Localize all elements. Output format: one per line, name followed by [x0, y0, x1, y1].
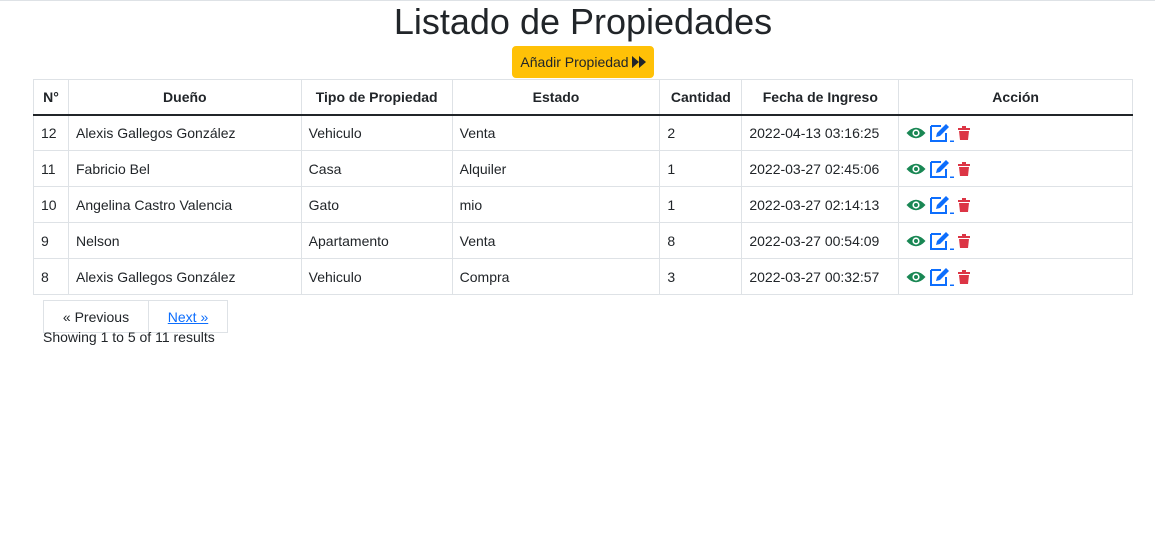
cell-owner: Alexis Gallegos González — [67, 258, 302, 295]
properties-table: N° Dueño Tipo de Propiedad Estado Cantid… — [33, 79, 1133, 295]
results-summary: Showing 1 to 5 of 11 results — [43, 329, 215, 345]
cell-property-type: Apartamento — [300, 222, 453, 259]
table-header-row: N° Dueño Tipo de Propiedad Estado Cantid… — [33, 79, 1133, 116]
column-header-action: Acción — [898, 79, 1133, 116]
cell-actions — [898, 222, 1133, 259]
fast-forward-icon — [631, 56, 646, 68]
edit-icon[interactable] — [929, 267, 955, 287]
cell-status: Venta — [451, 222, 661, 259]
cell-quantity: 3 — [659, 258, 743, 295]
page-title: Listado de Propiedades — [393, 1, 773, 42]
row-actions — [906, 123, 1125, 143]
cell-status: mio — [451, 186, 661, 223]
cell-number: 8 — [33, 258, 69, 295]
cell-property-type: Casa — [300, 150, 453, 187]
cell-actions — [898, 258, 1133, 295]
trash-icon[interactable] — [958, 161, 971, 176]
column-header-number: N° — [33, 79, 69, 116]
trash-icon[interactable] — [958, 233, 971, 248]
column-header-quantity: Cantidad — [659, 79, 743, 116]
cell-date: 2022-03-27 00:32:57 — [741, 258, 900, 295]
row-actions — [906, 159, 1125, 179]
edit-icon[interactable] — [929, 231, 955, 251]
cell-number: 11 — [33, 150, 69, 187]
cell-owner: Alexis Gallegos González — [67, 114, 302, 151]
eye-icon[interactable] — [906, 162, 926, 176]
table-row: 11 Fabricio Bel Casa Alquiler 1 2022-03-27 02… — [33, 150, 1133, 187]
eye-icon[interactable] — [906, 234, 926, 248]
cell-status: Venta — [451, 114, 661, 151]
cell-quantity: 8 — [659, 222, 743, 259]
trash-icon[interactable] — [958, 269, 971, 284]
table-row: 12 Alexis Gallegos González Vehiculo Venta 2… — [33, 114, 1133, 151]
cell-owner: Angelina Castro Valencia — [67, 186, 302, 223]
cell-quantity: 1 — [659, 150, 743, 187]
column-header-status: Estado — [451, 79, 661, 116]
cell-actions — [898, 114, 1133, 151]
cell-quantity: 1 — [659, 186, 743, 223]
edit-icon[interactable] — [929, 195, 955, 215]
add-property-button[interactable]: Añadir Propiedad — [512, 46, 654, 78]
cell-owner: Nelson — [67, 222, 302, 259]
cell-actions — [898, 186, 1133, 223]
eye-icon[interactable] — [906, 198, 926, 212]
cell-status: Alquiler — [451, 150, 661, 187]
cell-number: 9 — [33, 222, 69, 259]
column-header-date: Fecha de Ingreso — [741, 79, 900, 116]
column-header-property-type: Tipo de Propiedad — [300, 79, 453, 116]
cell-property-type: Gato — [300, 186, 453, 223]
cell-status: Compra — [451, 258, 661, 295]
trash-icon[interactable] — [958, 125, 971, 140]
edit-icon[interactable] — [929, 159, 955, 179]
add-property-label: Añadir Propiedad — [520, 54, 629, 70]
cell-actions — [898, 150, 1133, 187]
cell-number: 10 — [33, 186, 69, 223]
row-actions — [906, 195, 1125, 215]
cell-property-type: Vehiculo — [300, 114, 453, 151]
row-actions — [906, 267, 1125, 287]
cell-number: 12 — [33, 114, 69, 151]
cell-date: 2022-04-13 03:16:25 — [741, 114, 900, 151]
cell-date: 2022-03-27 02:45:06 — [741, 150, 900, 187]
edit-icon[interactable] — [929, 123, 955, 143]
table-row: 9 Nelson Apartamento Venta 8 2022-03-27 00:54… — [33, 222, 1133, 259]
trash-icon[interactable] — [958, 197, 971, 212]
row-actions — [906, 231, 1125, 251]
table-row: 8 Alexis Gallegos González Vehiculo Compra 3… — [33, 258, 1133, 295]
cell-owner: Fabricio Bel — [67, 150, 302, 187]
cell-date: 2022-03-27 00:54:09 — [741, 222, 900, 259]
eye-icon[interactable] — [906, 126, 926, 140]
cell-date: 2022-03-27 02:14:13 — [741, 186, 900, 223]
table-row: 10 Angelina Castro Valencia Gato mio 1 2022-0… — [33, 186, 1133, 223]
cell-property-type: Vehiculo — [300, 258, 453, 295]
column-header-owner: Dueño — [67, 79, 302, 116]
eye-icon[interactable] — [906, 270, 926, 284]
cell-quantity: 2 — [659, 114, 743, 151]
